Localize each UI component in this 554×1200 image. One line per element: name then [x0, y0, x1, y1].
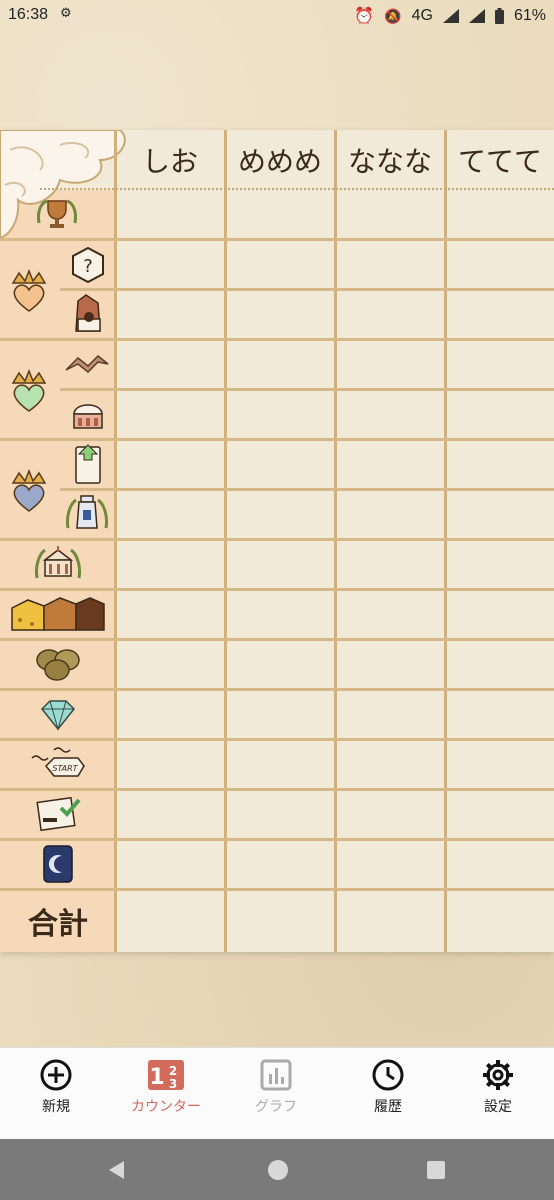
nav-settings[interactable]: 設定 — [443, 1048, 553, 1140]
battery-icon — [494, 8, 504, 24]
recents-icon[interactable] — [426, 1160, 446, 1180]
header-separator — [40, 188, 554, 190]
player-name[interactable]: ななな — [336, 140, 444, 180]
player-name[interactable]: めめめ — [226, 140, 334, 180]
nav-counter[interactable]: 123 カウンター — [111, 1048, 221, 1140]
row-divider — [0, 538, 554, 541]
svg-text:3: 3 — [169, 1077, 177, 1091]
total-label: 合計 — [28, 907, 88, 942]
blue-heart-crown-icon — [6, 468, 52, 514]
row-divider — [0, 338, 554, 341]
cheese-blocks-icon — [6, 592, 110, 636]
player-name[interactable]: しお — [116, 140, 224, 180]
nav-graph[interactable]: グラフ — [221, 1048, 331, 1140]
question-tile-icon: ? — [66, 244, 110, 286]
checked-card-icon — [30, 792, 86, 836]
green-heart-crown-icon — [6, 368, 52, 414]
mute-icon: 🔕 — [384, 7, 402, 24]
column-divider — [224, 130, 227, 952]
column-divider — [114, 130, 117, 952]
back-icon[interactable] — [106, 1159, 128, 1181]
nav-settings-label: 設定 — [484, 1099, 512, 1115]
svg-text:START: START — [52, 764, 78, 773]
row-divider — [0, 688, 554, 691]
ribbon-icon — [62, 344, 112, 384]
nav-history-label: 履歴 — [374, 1099, 402, 1115]
row-divider — [0, 588, 554, 591]
start-tile-icon: START — [26, 742, 90, 786]
battery-level: 61% — [513, 7, 546, 24]
building-laurel-icon — [30, 542, 86, 586]
upload-card-icon — [66, 442, 110, 486]
player-name[interactable]: ててて — [446, 140, 554, 180]
svg-text:1: 1 — [149, 1065, 164, 1090]
signal-icon — [468, 9, 485, 23]
bottom-navigation: 新規 123 カウンター グラフ 履歴 設定 — [0, 1047, 554, 1140]
column-divider — [444, 130, 447, 952]
status-bar: 16:38 ⚙ ⏰ 🔕 4G 61% — [0, 0, 554, 32]
row-divider — [0, 838, 554, 841]
svg-text:?: ? — [83, 256, 93, 277]
nav-history[interactable]: 履歴 — [333, 1048, 443, 1140]
nav-new[interactable]: 新規 — [1, 1048, 111, 1140]
diamond-icon — [30, 692, 86, 736]
nav-counter-label: カウンター — [131, 1099, 201, 1115]
nav-graph-label: グラフ — [255, 1099, 297, 1115]
cake-icon — [64, 392, 112, 436]
row-divider — [0, 788, 554, 791]
counter-icon: 123 — [111, 1058, 221, 1092]
signal-icon — [442, 9, 459, 23]
nav-new-label: 新規 — [42, 1099, 70, 1115]
network-label: 4G — [411, 7, 433, 24]
column-divider — [334, 130, 337, 952]
trophy-icon — [30, 194, 84, 234]
alarm-icon: ⏰ — [354, 8, 375, 25]
home-icon[interactable] — [266, 1158, 290, 1182]
moon-card-icon — [30, 842, 86, 886]
row-divider — [0, 638, 554, 641]
row-divider — [0, 238, 554, 241]
row-divider — [60, 488, 554, 491]
row-divider — [0, 738, 554, 741]
row-divider — [0, 438, 554, 441]
tower-card-icon — [66, 292, 110, 336]
milk-can-icon — [62, 490, 112, 536]
add-circle-icon — [1, 1058, 111, 1092]
orange-heart-crown-icon — [6, 268, 52, 314]
row-divider — [0, 888, 554, 891]
row-divider — [60, 388, 554, 391]
row-divider — [60, 288, 554, 291]
graph-icon — [221, 1058, 331, 1092]
settings-icon: ⚙ — [60, 6, 72, 21]
clock-icon — [333, 1058, 443, 1092]
svg-text:2: 2 — [169, 1064, 177, 1078]
coins-icon — [30, 642, 86, 686]
system-navigation-bar — [0, 1139, 554, 1200]
status-time: 16:38 — [8, 6, 49, 23]
gear-icon — [443, 1058, 553, 1092]
